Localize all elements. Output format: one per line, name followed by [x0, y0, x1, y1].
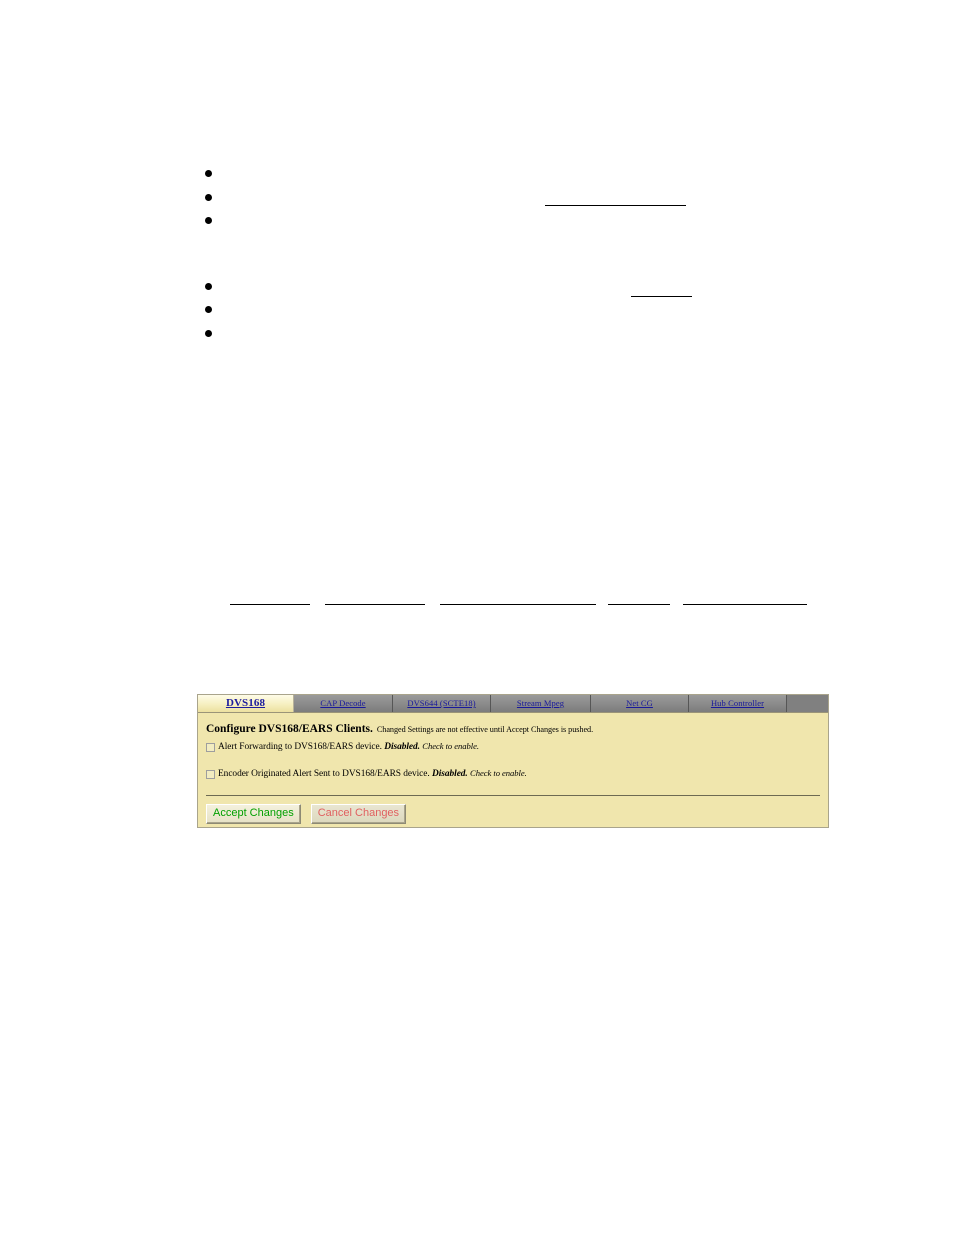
- tab-label: DVS168: [225, 697, 266, 709]
- panel-content: Configure DVS168/EARS Clients. Changed S…: [198, 713, 828, 780]
- bullet-icon: [205, 217, 212, 224]
- list-item: [205, 213, 825, 237]
- encoder-originated-alert-checkbox[interactable]: [206, 769, 215, 779]
- tab-stream-mpeg[interactable]: Stream Mpeg: [491, 695, 591, 712]
- bullet-icon: [205, 282, 212, 290]
- tab-dvs644-scte18[interactable]: DVS644 (SCTE18): [393, 695, 491, 712]
- bullet-icon: [205, 193, 212, 201]
- tab-bar: DVS168 CAP Decode DVS644 (SCTE18) Stream…: [198, 695, 828, 713]
- tab-label: Stream Mpeg: [516, 698, 565, 708]
- bullet-icon: [205, 306, 212, 313]
- list-item: [205, 166, 825, 190]
- alert-forwarding-checkbox[interactable]: [206, 742, 215, 752]
- tab-cap-decode[interactable]: CAP Decode: [294, 695, 393, 712]
- option-row-encoder-originated-alert: Encoder Originated Alert Sent to DVS168/…: [206, 767, 820, 780]
- redacted-rule: [325, 604, 425, 605]
- tab-label: Net CG: [626, 698, 653, 708]
- option-label-text: Alert Forwarding to DVS168/EARS device.: [218, 741, 382, 752]
- option-hint: Check to enable.: [422, 740, 479, 751]
- tab-bar-filler: [787, 695, 828, 712]
- redacted-rule: [440, 604, 596, 605]
- status-badge: Disabled.: [431, 768, 468, 779]
- list-item: [205, 190, 825, 214]
- tab-hub-controller[interactable]: Hub Controller: [689, 695, 787, 712]
- option-label: Alert Forwarding to DVS168/EARS device. …: [218, 740, 479, 753]
- redacted-rule: [230, 604, 310, 605]
- bullet-icon: [205, 170, 212, 177]
- list-item: [205, 326, 825, 350]
- status-badge: Disabled.: [384, 741, 420, 752]
- page-title: Configure DVS168/EARS Clients.: [206, 723, 373, 735]
- tab-label: DVS644 (SCTE18): [407, 698, 476, 708]
- dvs168-config-panel: DVS168 CAP Decode DVS644 (SCTE18) Stream…: [197, 694, 829, 828]
- cancel-changes-button[interactable]: Cancel Changes: [310, 804, 407, 824]
- heading-note: Changed Settings are not effective until…: [376, 725, 594, 734]
- list-item: [205, 279, 825, 303]
- section-heading-row: Configure DVS168/EARS Clients. Changed S…: [206, 720, 820, 737]
- document-bullet-list: [205, 166, 825, 349]
- redacted-rule: [608, 604, 670, 605]
- option-hint: Check to enable.: [470, 767, 527, 778]
- tab-label: Hub Controller: [710, 698, 765, 708]
- option-label: Encoder Originated Alert Sent to DVS168/…: [218, 767, 527, 780]
- action-button-bar: Accept Changes Cancel Changes: [206, 803, 412, 824]
- content-divider: [206, 795, 820, 796]
- list-item: [205, 302, 825, 326]
- redacted-rule: [631, 296, 692, 297]
- tab-dvs168[interactable]: DVS168: [198, 695, 294, 712]
- option-row-alert-forwarding: Alert Forwarding to DVS168/EARS device. …: [206, 740, 820, 753]
- bullet-icon: [205, 329, 212, 337]
- tab-net-cg[interactable]: Net CG: [591, 695, 689, 712]
- redacted-rule: [683, 604, 807, 605]
- accept-changes-button[interactable]: Accept Changes: [206, 804, 301, 824]
- option-label-text: Encoder Originated Alert Sent to DVS168/…: [218, 768, 430, 779]
- redacted-rule: [545, 205, 686, 206]
- tab-label: CAP Decode: [320, 698, 366, 708]
